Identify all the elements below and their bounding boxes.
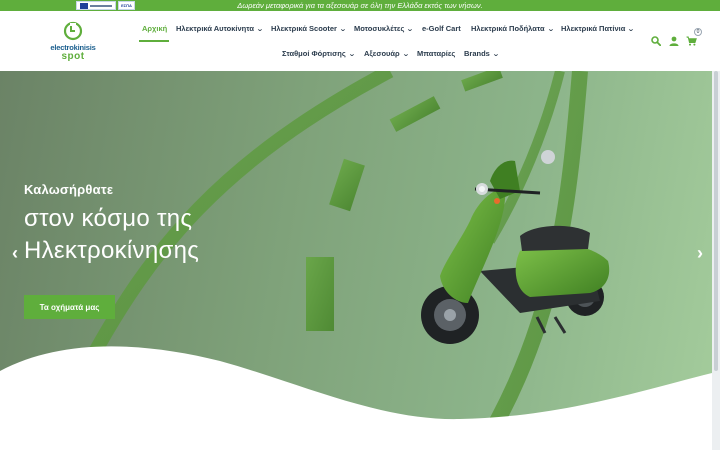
slider-prev-arrow-icon[interactable]: ‹ xyxy=(12,243,18,264)
nav-item-electric-scooter[interactable]: Ηλεκτρικά Scooter ⌄ xyxy=(271,24,347,33)
site-logo[interactable]: electrokinisis spot xyxy=(50,21,100,63)
announcement-text: Δωρεάν μεταφορικά για τα αξεσουάρ σε όλη… xyxy=(237,1,483,10)
espa-logo: ΕΣΠΑ xyxy=(118,1,135,10)
site-header: electrokinisis spot Αρχική Ηλεκτρικά Αυτ… xyxy=(0,11,720,71)
our-vehicles-button[interactable]: Τα οχήματά μας xyxy=(24,295,115,319)
hero-greeting: Καλωσήρθατε xyxy=(24,182,114,197)
slider-next-arrow-icon[interactable]: › xyxy=(697,243,703,264)
nav-item-motorcycles[interactable]: Μοτοσυκλέτες ⌄ xyxy=(354,24,415,33)
nav-active-underline xyxy=(139,40,169,42)
logo-plug-icon xyxy=(63,21,83,41)
announcement-bar: ΕΣΠΑ Δωρεάν μεταφορικά για τα αξεσουάρ σ… xyxy=(0,0,720,11)
nav-item-charging-stations[interactable]: Σταθμοί Φόρτισης ⌄ xyxy=(282,49,355,58)
eu-flag-logo xyxy=(76,1,116,10)
nav-item-brands[interactable]: Brands ⌄ xyxy=(464,49,500,58)
chevron-down-icon: ⌄ xyxy=(491,50,500,58)
scrollbar-thumb[interactable] xyxy=(714,71,718,371)
logo-spot: spot xyxy=(61,51,85,62)
chevron-down-icon: ⌄ xyxy=(406,25,415,33)
hero-slider: Καλωσήρθατε στον κόσμο της Ηλεκτροκίνηση… xyxy=(0,71,712,450)
chevron-down-icon: ⌄ xyxy=(347,50,356,58)
hero-title-line-1: στον κόσμο της xyxy=(24,205,193,232)
nav-item-egolf-cart[interactable]: e-Golf Cart xyxy=(422,24,461,33)
user-icon[interactable] xyxy=(669,36,679,46)
cart-count-badge: 0 xyxy=(694,28,702,36)
nav-item-home[interactable]: Αρχική xyxy=(142,24,167,33)
nav-item-electric-bikes[interactable]: Ηλεκτρικά Ποδήλατα ⌄ xyxy=(471,24,555,33)
eu-flag-icon xyxy=(80,2,88,9)
hero-title: στον κόσμο της Ηλεκτροκίνησης xyxy=(24,203,199,267)
chevron-down-icon: ⌄ xyxy=(339,25,347,33)
chevron-down-icon: ⌄ xyxy=(401,50,410,58)
chevron-down-icon: ⌄ xyxy=(627,25,636,33)
nav-item-batteries[interactable]: Μπαταρίες xyxy=(417,49,455,58)
scooter-image xyxy=(421,150,610,344)
chevron-down-icon: ⌄ xyxy=(546,25,555,33)
nav-item-accessories[interactable]: Αξεσουάρ ⌄ xyxy=(364,49,409,58)
cart-icon[interactable] xyxy=(686,36,697,46)
search-icon[interactable] xyxy=(651,36,661,46)
nav-item-electric-cars[interactable]: Ηλεκτρικά Αυτοκίνητα ⌄ xyxy=(176,24,264,33)
eu-funding-logos: ΕΣΠΑ xyxy=(76,1,135,10)
chevron-down-icon: ⌄ xyxy=(256,25,264,33)
nav-item-electric-kickscooters[interactable]: Ηλεκτρικά Πατίνια ⌄ xyxy=(561,24,636,33)
hero-title-line-2: Ηλεκτροκίνησης xyxy=(24,237,200,264)
